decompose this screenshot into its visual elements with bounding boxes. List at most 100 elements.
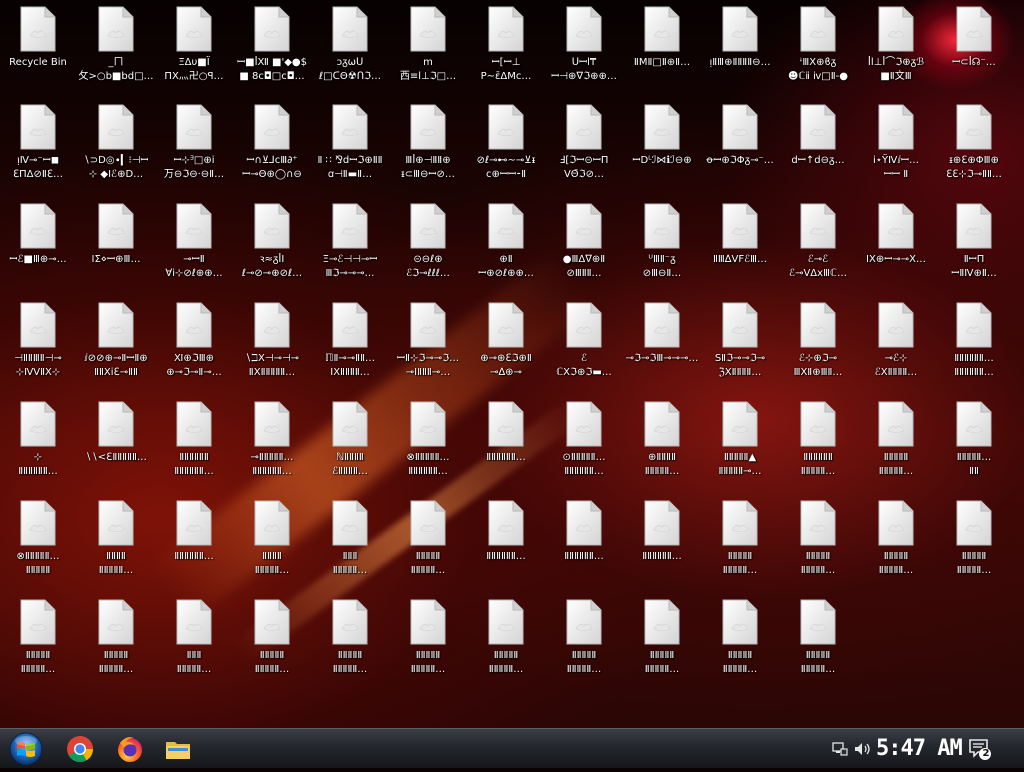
desktop-file-shortcut[interactable]: ᑌꟷⅼ₸ ꟷ⊣⊕∇ℑ⊕⊕… <box>546 6 622 84</box>
desktop-file-shortcut[interactable]: ●ⅢΔ∇⊕Ⅱ ⊘ⅢⅡⅡ… <box>546 203 622 281</box>
desktop-file-shortcut[interactable]: ꟷ⊂ꟾ☊⁻… <box>936 6 1012 70</box>
desktop-file-shortcut[interactable]: Ⅲꟾ⊕⊣ⅡⅡ⊕ ᵻ⊂Ⅲ⊖ꟷ⊘… <box>390 104 466 182</box>
desktop-file-shortcut[interactable]: ⊸ⅡⅡⅡⅡⅡ… ⅡⅡⅡⅡⅡⅡ… <box>234 401 310 479</box>
desktop-file-shortcut[interactable]: ⊕ⅡⅡⅡⅡ ⅡⅡⅡⅡⅡ… <box>624 401 700 479</box>
desktop-file-shortcut[interactable]: ⅡⅡⅡⅡ ⅡⅡⅡⅡⅡ… <box>78 500 154 578</box>
desktop-file-shortcut[interactable]: ꝛ≈ᵹꟾΙ ℓ⊸⊘⊸⊕⊘ℓ… <box>234 203 310 281</box>
desktop-file-shortcut[interactable]: ᵁⅢⅡ⁻ᵹ ⊘Ⅲ⊖Ⅱ… <box>624 203 700 281</box>
desktop-file-shortcut[interactable]: ℰ⊸ℰ ℰ⊸VΔⅹⅢℂ… <box>780 203 856 281</box>
action-center-button[interactable]: 2 <box>968 737 992 761</box>
desktop-file-shortcut[interactable]: ⅡⅡⅡⅡⅡⅡ… <box>624 500 700 564</box>
desktop-file-shortcut[interactable]: Ⅎ[ℑꟷ⊝ꟷΠ VΘ̄ℑ⊘… <box>546 104 622 182</box>
desktop-file-shortcut[interactable]: ⅡⅡⅡⅡⅡ ⅡⅡⅡⅡⅡ… <box>390 500 466 578</box>
desktop-file-shortcut[interactable]: ꟷℰ■Ⅲ⊕⊸… <box>0 203 76 267</box>
desktop-file-shortcut[interactable]: ꟷⅮᴸℐ⋈ℹℐ⊖⊕ <box>624 104 700 168</box>
desktop-file-shortcut[interactable]: ⅰ⋆ΫⅣⅈꟷ… ꟷꟷ Ⅱ <box>858 104 934 182</box>
chrome-icon[interactable] <box>64 733 96 765</box>
desktop-file-shortcut[interactable]: ⅡⅡⅡⅡⅡⅡ… <box>468 500 544 564</box>
desktop-file-shortcut[interactable]: ⅡⅡⅡ ⅡⅡⅡⅡⅡ… <box>312 500 388 578</box>
desktop-file-shortcut[interactable]: ⅡⅡⅡⅡⅡ ⅡⅡⅡⅡⅡ… <box>702 599 778 677</box>
desktop-file-shortcut[interactable]: ⅡⅡⅡⅡⅡ ⅡⅡⅡⅡⅡ… <box>0 599 76 677</box>
volume-icon[interactable] <box>854 741 872 757</box>
desktop-file-shortcut[interactable]: ⅠⅩ⊕ꟷ⊸⊸Ⅹ… <box>858 203 934 267</box>
desktop-file-shortcut[interactable]: _ㄇ 攵>○b■bd□… <box>78 6 154 84</box>
desktop-file-shortcut[interactable]: ⅡⅡⅡⅡⅡ ⅡⅡⅡⅡⅡ… <box>312 599 388 677</box>
desktop-file-shortcut[interactable]: ⅡⅡⅡⅡⅡ ⅡⅡⅡⅡⅡ… <box>702 500 778 578</box>
desktop-file-shortcut[interactable]: ɔᵹωᑌ ℓ□ᑕΘ☢ᑎℑ… <box>312 6 388 84</box>
desktop-file-shortcut[interactable]: ꝋꟷ⊕ℑΦᵹ⊸⁻… <box>702 104 778 168</box>
desktop-file-shortcut[interactable]: ᶤⅢΧ⊕ϐᵹ ☻ℂⅱ ⅳ□Ⅱ-● <box>780 6 856 84</box>
desktop-file-shortcut[interactable]: ꟾⅼ⊥ꟾ⌒ℑ⊕ᵹℬ ■Ⅱ文Ⅲ <box>858 6 934 84</box>
desktop-file-shortcut[interactable]: ∖ℶⅩ⊣⊸⊣⊸ ⅡⅩⅡⅡⅡⅡⅡ… <box>234 302 310 380</box>
desktop-file-shortcut[interactable]: ⅡⅡⅡⅡⅡⅡ ⅡⅡⅡⅡⅡⅡ… <box>156 401 232 479</box>
desktop-file-shortcut[interactable]: ∖⊃Ⅾ◎∙▎⁝⊣ꟷ ⊹ ◆Ⅰℰ⊕Ⅾ… <box>78 104 154 182</box>
desktop-file-shortcut[interactable]: ⅡⅡⅡⅡⅡ ⅡⅡⅡⅡⅡ… <box>936 500 1012 578</box>
desktop-file-shortcut[interactable]: ⅠΣ⋄ꟷ⊕Ⅲ… <box>78 203 154 267</box>
desktop-file-shortcut[interactable]: ℿⅡ⊸⊸ⅡⅡ… ⅠⅩⅡⅡⅡⅡ… <box>312 302 388 380</box>
desktop-file-shortcut[interactable]: ⊸ꟷⅡ ∀ⅰ⊹⊘ℓ⊕⊕… <box>156 203 232 281</box>
desktop-file-shortcut[interactable]: ⅡⅡⅡⅡⅡ ⅡⅡⅡⅡⅡ… <box>468 599 544 677</box>
desktop-file-shortcut[interactable]: ⊗ⅡⅡⅡⅡⅡ… ⅡⅡⅡⅡⅡ <box>0 500 76 578</box>
desktop-file-shortcut[interactable]: ⅡⅡⅡⅡⅡ ⅡⅡⅡⅡⅡ… <box>546 599 622 677</box>
desktop-file-shortcut[interactable]: ⊕Ⅱ ꟷ⊕⊘ℓ⊕⊕… <box>468 203 544 281</box>
firefox-icon[interactable] <box>114 733 146 765</box>
recycle-bin-shortcut[interactable]: Recycle Bin <box>0 6 76 70</box>
desktop-file-shortcut[interactable]: ⊣ⅡⅡⅢⅡ⊣⊸ ⊹ⅣⅤⅡⅩ⊹ <box>0 302 76 380</box>
desktop-file-shortcut[interactable]: ⊸ℰ⊹ ℰⅩⅡⅡⅡⅡ… <box>858 302 934 380</box>
desktop-file-shortcut[interactable]: ⅈ⊘⊘⊕⊸ⅡꟷⅡ⊕ ⅡⅡⅩⅰℇ⊸ⅡⅡ <box>78 302 154 380</box>
desktop-file-shortcut[interactable]: ⊙ⅡⅡⅡⅡⅡ… ⅡⅡⅡⅡⅡⅡ… <box>546 401 622 479</box>
desktop-file-shortcut[interactable]: ⊗ⅡⅡⅡⅡⅡ… ⅡⅡⅡⅡⅡⅡ… <box>390 401 466 479</box>
desktop-icon-label: ℕⅡⅡⅡⅡ <box>336 452 364 463</box>
folder-icon[interactable] <box>162 733 194 765</box>
desktop-file-shortcut[interactable]: ⅡⅡⅡⅡⅡ ⅡⅡⅡⅡⅡ… <box>780 599 856 677</box>
file-icon <box>254 6 290 52</box>
desktop-file-shortcut[interactable]: ⅡⅡⅡⅡⅡ▲ ⅡⅡⅡⅡⅡ⊸… <box>702 401 778 479</box>
desktop-file-shortcut[interactable]: ⊹ ⅡⅡⅡⅡⅡⅡ… <box>0 401 76 479</box>
desktop-file-shortcut[interactable]: ⊝⊖ℓ⊕ ℰℑ⊸ℓℓℓ… <box>390 203 466 281</box>
desktop-file-shortcut[interactable]: ⅡⅡⅡⅡ ⅡⅡⅡⅡⅡ… <box>234 500 310 578</box>
desktop-file-shortcut[interactable]: ⅡMⅡ□Ⅱ⊕Ⅱ… <box>624 6 700 70</box>
desktop-file-shortcut[interactable]: Ξ⊸ℰ⊣⊣⊸ꟷ Ⅲℑ⊸⊸⊸… <box>312 203 388 281</box>
desktop-file-shortcut[interactable]: ⊕⊸⊕ℇℑ⊕Ⅱ ⊸∆⊕⊸ <box>468 302 544 380</box>
desktop-file-shortcut[interactable]: ⅡⅡⅡⅡⅡ ⅡⅡⅡⅡⅡ… <box>858 401 934 479</box>
desktop-file-shortcut[interactable]: ᵻ⊕ℇ⊕ΦⅢ⊕ ℇℇ⊹ℑ⊸ⅡⅡ… <box>936 104 1012 182</box>
desktop-file-shortcut[interactable]: ⅡⅡⅡⅡⅡ ⅡⅡⅡⅡⅡ… <box>780 500 856 578</box>
desktop-file-shortcut[interactable]: ᴉⅡⅢ⊕ⅡⅡⅡⅡ⊖… <box>702 6 778 70</box>
desktop-file-shortcut[interactable]: ℕⅡⅡⅡⅡ ℰⅡⅡⅡⅡ… <box>312 401 388 479</box>
desktop-file-shortcut[interactable]: ⅡⅡⅡⅡⅡ ⅡⅡⅡⅡⅡ… <box>234 599 310 677</box>
desktop-file-shortcut[interactable]: ⅡⅡⅡ ⅡⅡⅡⅡⅡ… <box>156 599 232 677</box>
desktop-file-shortcut[interactable]: ꟷ[ꟷ⊥ P∼ε̄ΔⅯⅽ… <box>468 6 544 84</box>
desktop-file-shortcut[interactable]: ꟷ⊹ᴲ□⊕ⅰ 万⊖ℑ⊖⋅⊖Ⅱ… <box>156 104 232 182</box>
desktop-file-shortcut[interactable]: ⅡⅡⅡⅡⅡⅡ… <box>546 500 622 564</box>
desktop-file-shortcut[interactable]: ꟷⅡ⊹ℑ⊸⊸ℑ… ⊸ⅠⅡⅡⅡ⊸… <box>390 302 466 380</box>
desktop-file-shortcut[interactable]: ⅡⅡⅡⅡⅡⅡ… <box>468 401 544 465</box>
desktop-file-shortcut[interactable]: ℰ ℂⅩℑ⊕ℑ▬… <box>546 302 622 380</box>
desktop-file-shortcut[interactable]: ꟷ∩⊻⅃ⅽⅢ∂⁺ ꟷ⊸Θ⊕◯∩⊖ <box>234 104 310 182</box>
network-icon[interactable] <box>832 741 848 757</box>
desktop-file-shortcut[interactable]: ⅡⅡⅡⅡⅡⅡ… ⅡⅡⅡⅡⅡⅡ… <box>936 302 1012 380</box>
clock[interactable]: 5:47 AM <box>876 736 963 761</box>
desktop-file-shortcut[interactable]: ⊘ℓ⊸⊷∼⊸⊻ᵻ ⅽ⊕ꟷꟷ⁃Ⅱ <box>468 104 544 182</box>
desktop-file-shortcut[interactable]: ⅡⅡⅡⅡⅡ ⅡⅡⅡⅡⅡ… <box>78 599 154 677</box>
desktop-file-shortcut[interactable]: ∖∖<ℇⅡⅡⅡⅡⅡ… <box>78 401 154 465</box>
desktop-file-shortcut[interactable]: ⅾꟷ↑ⅾ⊖ᵹ… <box>780 104 856 168</box>
desktop-file-shortcut[interactable]: ⅡⅡⅡⅡⅡ ⅡⅡⅡⅡⅡ… <box>624 599 700 677</box>
desktop-file-shortcut[interactable]: ⅡⅡⅡⅡⅡ… ⅡⅡ <box>936 401 1012 479</box>
desktop-file-shortcut[interactable]: ⅡⅡⅡⅡⅡⅡ… <box>156 500 232 564</box>
desktop-file-shortcut[interactable]: ℰ⊹⊕ℑ⊸ ⅢⅩⅡ⊕ⅢⅡ… <box>780 302 856 380</box>
desktop[interactable]: Recycle Bin _ㄇ 攵>○b■bd□… ΞΔυ■Ϊ ΠΧ灬卍○ꟼ… ꟷ■ꟾⅫ ■… <box>0 0 1024 728</box>
desktop-file-shortcut[interactable]: ⅡⅢ∆VFℰⅢ… <box>702 203 778 267</box>
desktop-file-shortcut[interactable]: ⅡⅡⅡⅡⅡ ⅡⅡⅡⅡⅡ… <box>858 500 934 578</box>
desktop-file-shortcut[interactable]: Ⅱ ∷ ⅋ⅾꟷℑ⊕ⅡⅡ ꭤ⊣Ⅱ▬Ⅱ… <box>312 104 388 182</box>
desktop-file-shortcut[interactable]: SⅡℑ⊸⊸ℑ⊸ ℨⅩⅡⅡⅡⅡ… <box>702 302 778 380</box>
start-button[interactable] <box>6 730 46 768</box>
desktop-file-shortcut[interactable]: ⅡꟷΠ ꟷⅡⅣ⊕Ⅱ… <box>936 203 1012 281</box>
desktop-file-shortcut[interactable]: ꟷ■ꟾⅫ ■'◆●$ ■ 8ⅽ◘□ⅽ◘… <box>234 6 310 84</box>
desktop-file-shortcut[interactable]: ⅡⅡⅡⅡⅡ ⅡⅡⅡⅡⅡ… <box>390 599 466 677</box>
desktop-file-shortcut[interactable]: ΞΔυ■Ϊ ΠΧ灬卍○ꟼ… <box>156 6 232 84</box>
desktop-file-shortcut[interactable]: ⅿ 西≡ⅼ⊥ℑ□… <box>390 6 466 84</box>
desktop-file-shortcut[interactable]: ⊸ℑ⊸ℑⅢ⊸⊸⊸… <box>624 302 700 366</box>
desktop-file-shortcut[interactable]: ᴉⅣ⊸⁻ꟷ◼ ℇΠΔ⊘Ⅱℇ… <box>0 104 76 182</box>
desktop-file-shortcut[interactable]: ⅡⅡⅡⅡⅡⅡ ⅡⅡⅡⅡⅡ… <box>780 401 856 479</box>
desktop-file-shortcut[interactable]: Ⅺ⊕ℑⅢ⊕ ⊕⊸ℑ⊸Ⅱ⊸… <box>156 302 232 380</box>
